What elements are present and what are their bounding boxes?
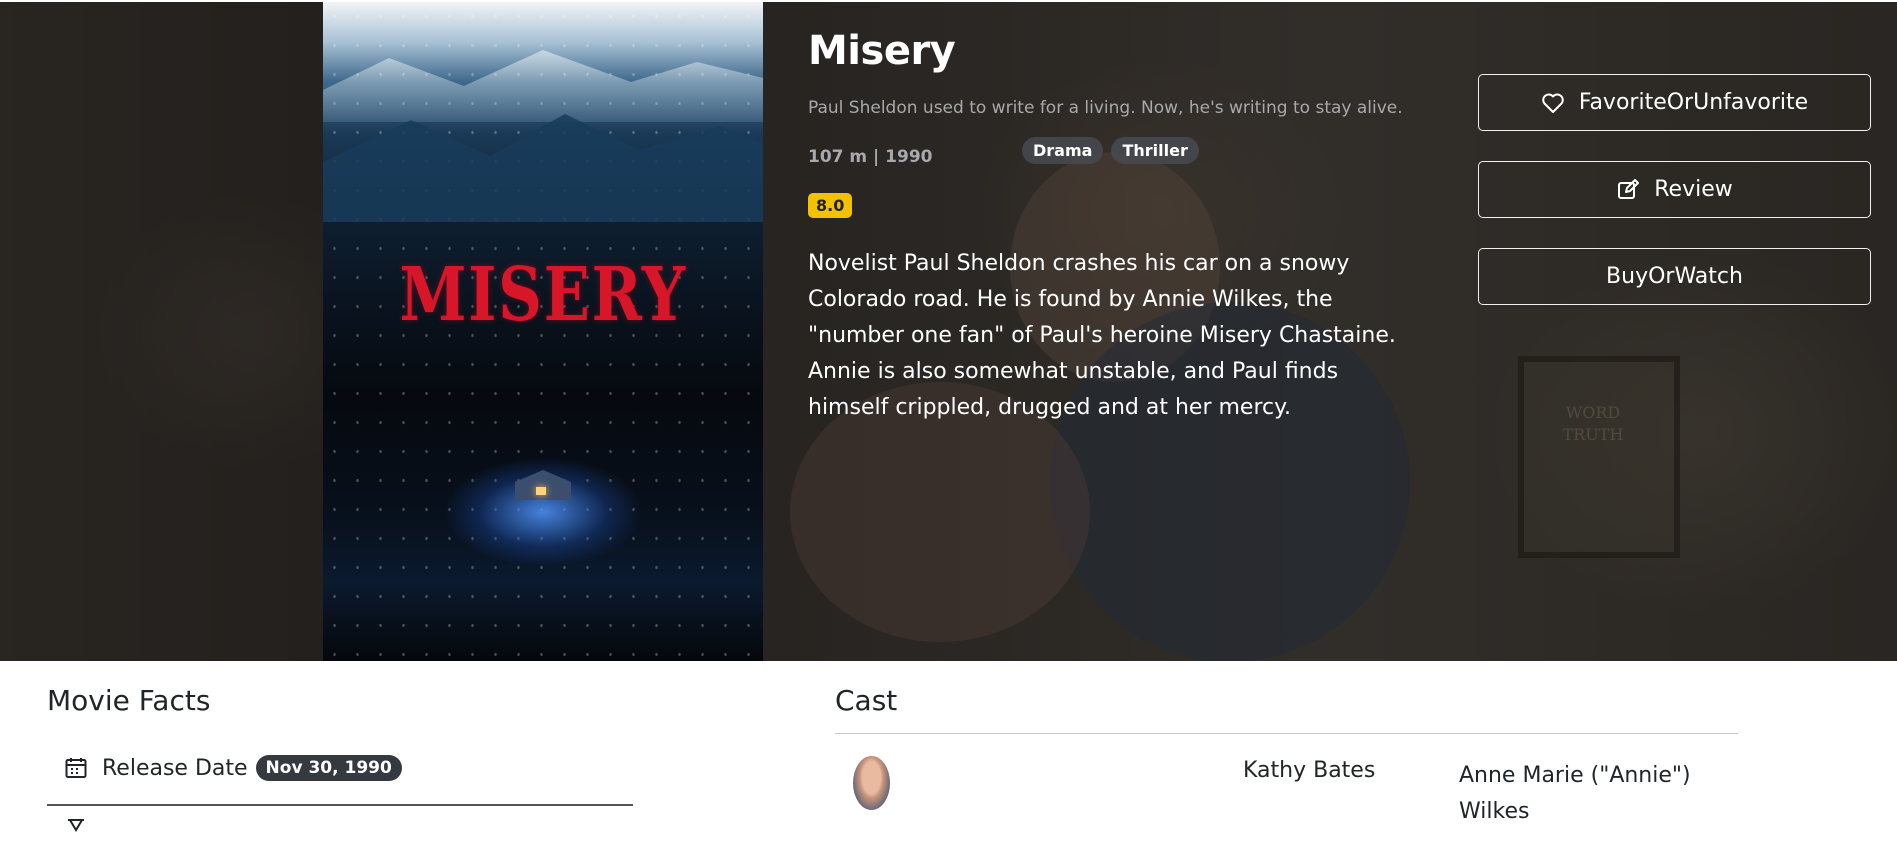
movie-overview: Novelist Paul Sheldon crashes his car on… — [808, 251, 1396, 420]
movie-tagline: Paul Sheldon used to write for a living.… — [808, 98, 1403, 118]
genre-badge: Thriller — [1111, 137, 1199, 164]
review-button-label: Review — [1654, 177, 1733, 202]
buy-or-watch-button[interactable]: BuyOrWatch — [1478, 248, 1871, 305]
favorite-button[interactable]: FavoriteOrUnfavorite — [1478, 74, 1871, 131]
genre-list: Drama Thriller — [1022, 137, 1199, 164]
facts-divider — [47, 804, 633, 806]
movie-title: Misery — [808, 28, 956, 74]
movie-facts: Movie Facts Release Date Nov 30, 1990 — [47, 684, 633, 832]
genre-badge: Drama — [1022, 137, 1104, 164]
cast-heading: Cast — [835, 684, 898, 717]
calendar-icon — [65, 758, 87, 778]
edit-icon — [1618, 178, 1640, 199]
hourglass-icon — [68, 819, 84, 832]
cast-divider — [835, 733, 1738, 734]
review-button[interactable]: Review — [1478, 161, 1871, 218]
movie-hero: WORD TRUTH MISERY Misery Paul Sheldon us… — [0, 2, 1897, 661]
cast-row[interactable]: Kathy Bates Anne Marie ("Annie") Wilkes — [835, 750, 1738, 840]
avatar — [853, 756, 890, 810]
favorite-button-label: FavoriteOrUnfavorite — [1578, 90, 1809, 115]
action-buttons: FavoriteOrUnfavorite Review BuyOrWatch — [1478, 74, 1871, 335]
release-date-row: Release Date Nov 30, 1990 — [64, 755, 402, 781]
heart-icon — [1542, 93, 1564, 113]
cast-name: Kathy Bates — [1243, 758, 1376, 783]
rating-badge: 8.0 — [808, 193, 853, 218]
release-date-badge: Nov 30, 1990 — [255, 755, 402, 781]
movie-poster: MISERY — [323, 2, 763, 661]
movie-facts-heading: Movie Facts — [47, 684, 211, 717]
runtime-row — [64, 818, 88, 842]
cast-section: Cast Kathy Bates Anne Marie ("Annie") Wi… — [835, 684, 1738, 824]
movie-meta: 107 m | 1990 — [808, 147, 933, 167]
cast-character: Anne Marie ("Annie") Wilkes — [1459, 763, 1691, 824]
poster-window — [536, 487, 546, 495]
buy-or-watch-button-label: BuyOrWatch — [1606, 264, 1743, 289]
poster-title: MISERY — [399, 252, 687, 338]
release-date-label: Release Date — [102, 755, 248, 781]
